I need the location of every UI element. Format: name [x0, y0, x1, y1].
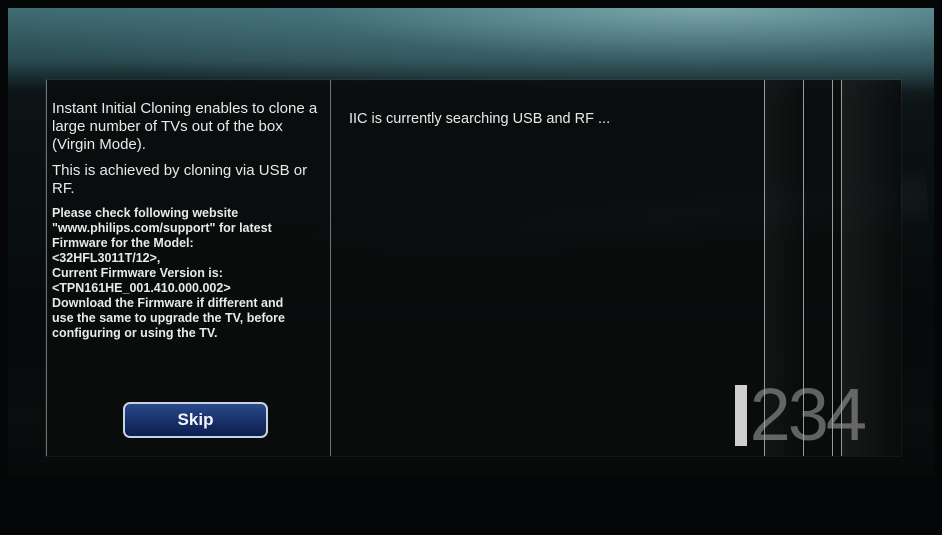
notice-line: Download the Firmware if different and [52, 296, 284, 310]
info-column: Instant Initial Cloning enables to clone… [46, 80, 331, 456]
brand-digits: 234 [749, 373, 867, 456]
model-number: <32HFL3011T/12>, [52, 251, 161, 265]
notice-line: Please check following website [52, 206, 239, 220]
tv-screen: Instant Initial Cloning enables to clone… [8, 8, 934, 527]
bottom-bar [8, 476, 934, 527]
notice-line: use the same to upgrade the TV, before [52, 311, 285, 325]
search-status: IIC is currently searching USB and RF ..… [349, 111, 611, 127]
firmware-notice: Please check following website "www.phil… [52, 206, 322, 341]
notice-line: Current Firmware Version is: [52, 266, 223, 280]
brand-number: 234 [732, 378, 867, 452]
notice-line: Firmware for the Model: [52, 236, 194, 250]
description: Instant Initial Cloning enables to clone… [52, 100, 322, 341]
intro-text: Instant Initial Cloning enables to clone… [52, 100, 318, 153]
firmware-version: <TPN161HE_001.410.000.002> [52, 281, 231, 295]
skip-button[interactable]: Skip [123, 402, 268, 438]
iic-dialog: Instant Initial Cloning enables to clone… [46, 80, 901, 456]
notice-line: configuring or using the TV. [52, 326, 218, 340]
cloning-text: This is achieved by cloning via USB or R… [52, 162, 308, 197]
notice-line: "www.philips.com/support" for latest [52, 221, 272, 235]
